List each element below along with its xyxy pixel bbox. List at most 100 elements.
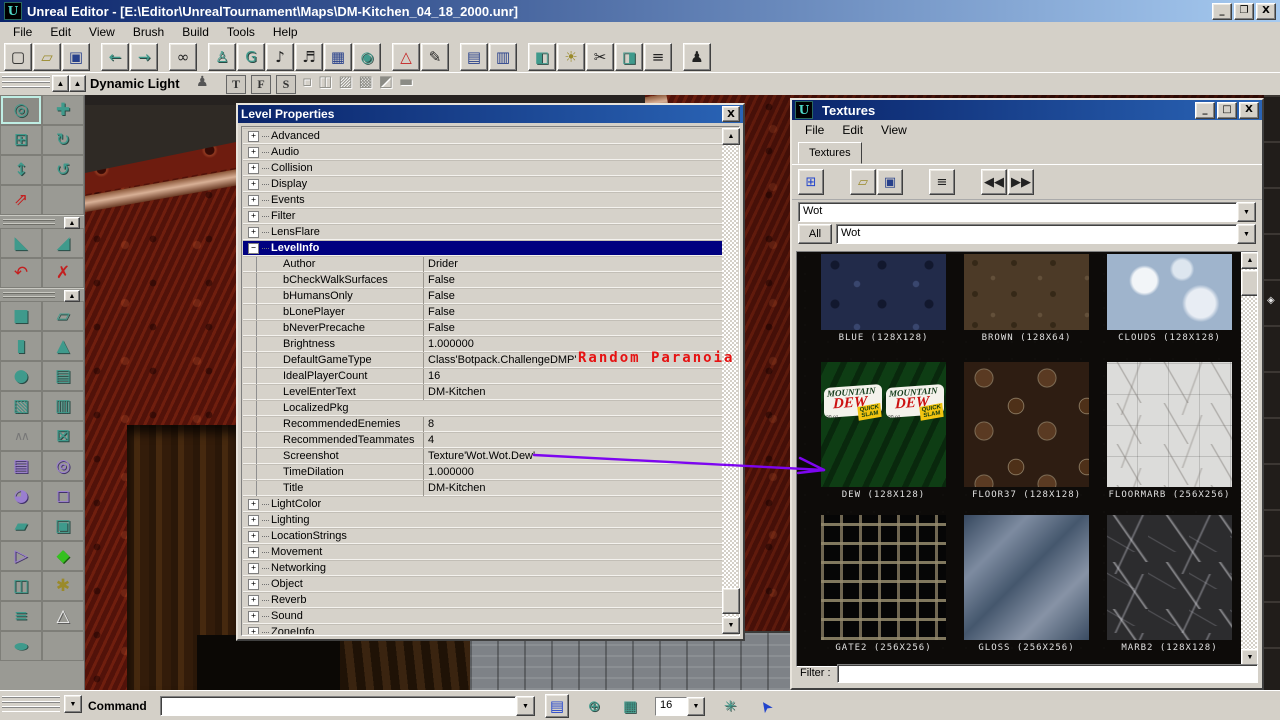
texture-tile[interactable]: MARB2 (128X128) — [1107, 515, 1232, 653]
sidebar-scroll-up-icon[interactable]: ▲ — [52, 75, 69, 92]
curved-stair-brush-icon[interactable]: ▤ — [42, 361, 84, 391]
dodecahedron-brush-icon[interactable]: ◆ — [42, 541, 84, 571]
stair-volume-brush-icon[interactable]: ▤ — [0, 451, 42, 481]
property-value[interactable]: False — [423, 305, 722, 320]
menu-item[interactable]: File — [4, 23, 41, 41]
property-value[interactable]: False — [423, 273, 722, 288]
property-row[interactable]: Screenshot Texture'Wot.Wot.Dew' — [243, 448, 722, 464]
build-geometry-icon[interactable]: ▤ — [460, 43, 488, 71]
undo-icon[interactable]: ← — [101, 43, 129, 71]
new-map-icon[interactable]: ▢ — [4, 43, 32, 71]
property-group-row[interactable]: + Filter — [243, 208, 722, 224]
menu-item[interactable]: Build — [173, 23, 218, 41]
texture-tile[interactable]: MOUNTAIN DEW QUICKSLAM 20 oz. MOUNTAIN D… — [964, 362, 1089, 500]
redo-icon[interactable]: → — [130, 43, 158, 71]
cut-cylinder-brush-icon[interactable]: ◕ — [0, 481, 42, 511]
intersect-sheet-brush-icon[interactable]: ⊠ — [42, 421, 84, 451]
zone-portal-icon[interactable]: ◧ — [528, 43, 556, 71]
scroll-up-icon[interactable]: ▲ — [1241, 252, 1258, 269]
ellipse-brush-icon[interactable]: ● — [0, 631, 42, 661]
property-group-row[interactable]: + Events — [243, 192, 722, 208]
texture-tile[interactable]: BLUE (128X128) — [821, 254, 946, 343]
properties-scrollbar[interactable]: ▲ ▼ — [722, 128, 738, 634]
separator[interactable] — [518, 44, 527, 70]
command-input[interactable]: ▼ — [160, 696, 535, 716]
chevron-down-icon[interactable]: ▼ — [1237, 224, 1256, 244]
select-cursor-icon[interactable]: ➤ — [755, 695, 777, 717]
actor-crosshair-icon[interactable]: ⊕ — [583, 695, 605, 717]
texture-tile[interactable]: MOUNTAIN DEW QUICKSLAM 20 oz. MOUNTAIN D… — [821, 362, 946, 500]
mesh-browser-icon[interactable]: ◉ — [353, 43, 381, 71]
menu-item[interactable]: Edit — [41, 23, 80, 41]
property-row[interactable]: Title DM-Kitchen — [243, 480, 722, 496]
scroll-down-icon[interactable]: ▼ — [722, 617, 740, 634]
property-group-row[interactable]: + ZoneInfo — [243, 624, 722, 634]
vertex-edit-icon[interactable]: ⇗ — [0, 185, 42, 215]
maximize-button[interactable]: □ — [1217, 102, 1237, 119]
decal-icon[interactable]: ◨ — [615, 43, 643, 71]
property-group-row[interactable]: + Display — [243, 176, 722, 192]
close-button[interactable]: X — [1239, 102, 1259, 119]
sidebar-scroll-up2-icon[interactable]: ▲ — [69, 75, 86, 92]
texture-tile[interactable]: MOUNTAIN DEW QUICKSLAM 20 oz. MOUNTAIN D… — [1107, 362, 1232, 500]
expand-plus-icon[interactable]: + — [248, 627, 259, 635]
actor-browser-icon[interactable]: ♙ — [208, 43, 236, 71]
cone-brush-icon[interactable]: ▲ — [42, 331, 84, 361]
separator[interactable] — [382, 44, 391, 70]
expand-plus-icon[interactable]: + — [248, 595, 259, 606]
property-value[interactable]: 1.000000 — [423, 465, 722, 480]
rotate-icon[interactable]: ↻ — [42, 125, 84, 155]
texture-browser-icon[interactable]: ▦ — [324, 43, 352, 71]
property-row[interactable]: RecommendedTeammates 4 — [243, 432, 722, 448]
chevron-down-icon[interactable]: ▼ — [1237, 202, 1256, 222]
expand-plus-icon[interactable]: + — [248, 179, 259, 190]
save-map-icon[interactable]: ▣ — [62, 43, 90, 71]
separator[interactable] — [198, 44, 207, 70]
save-package-icon[interactable]: ▣ — [877, 169, 903, 195]
expand-plus-icon[interactable]: + — [248, 515, 259, 526]
separator[interactable] — [159, 44, 168, 70]
property-row[interactable]: RecommendedEnemies 8 — [243, 416, 722, 432]
bsp-view-icon[interactable]: ▨ — [338, 74, 352, 89]
surface-properties-icon[interactable]: ✎ — [421, 43, 449, 71]
group-dropdown[interactable]: Wot ▼ — [836, 224, 1256, 244]
torus-brush-icon[interactable]: ◎ — [42, 451, 84, 481]
expand-plus-icon[interactable]: + — [248, 163, 259, 174]
property-value[interactable]: False — [423, 321, 722, 336]
terrain-sliders-icon[interactable]: ≡ — [644, 43, 672, 71]
move-actors-icon[interactable]: ✚ — [42, 95, 84, 125]
wireframe-view-icon[interactable]: ▫ — [302, 74, 312, 89]
property-group-row[interactable]: + Lighting — [243, 512, 722, 528]
wheel-icon[interactable]: ✳ — [719, 695, 741, 717]
chevron-down-icon[interactable]: ▼ — [687, 697, 705, 716]
chevron-down-icon[interactable]: ▼ — [516, 696, 535, 716]
separator[interactable] — [825, 170, 849, 194]
property-group-row[interactable]: + Sound — [243, 608, 722, 624]
deco-brush-icon[interactable]: ✱ — [42, 571, 84, 601]
flat-view-icon[interactable]: ▬ — [399, 74, 413, 89]
expand-plus-icon[interactable]: + — [248, 131, 259, 142]
menu-item[interactable]: Edit — [833, 121, 872, 139]
filter-input[interactable] — [837, 664, 1258, 683]
grid-size-value[interactable]: 16 — [655, 697, 687, 716]
property-row[interactable]: Author Drider — [243, 256, 722, 272]
collapse-section-icon[interactable]: ▲ — [64, 217, 80, 229]
expand-plus-icon[interactable]: + — [248, 147, 259, 158]
loft-brush-icon[interactable]: ▷ — [0, 541, 42, 571]
tessellated-brush-icon[interactable]: ▣ — [42, 511, 84, 541]
property-value[interactable]: 4 — [423, 433, 722, 448]
property-row[interactable]: LevelEnterText DM-Kitchen — [243, 384, 722, 400]
clip-flip-icon[interactable]: ↶ — [0, 258, 42, 288]
expand-plus-icon[interactable]: + — [248, 531, 259, 542]
build-options-icon[interactable]: ▥ — [489, 43, 517, 71]
open-cube-brush-icon[interactable]: ◻ — [42, 481, 84, 511]
expand-plus-icon[interactable]: + — [248, 195, 259, 206]
property-row[interactable]: TimeDilation 1.000000 — [243, 464, 722, 480]
menu-item[interactable]: View — [80, 23, 124, 41]
expand-plus-icon[interactable]: + — [248, 611, 259, 622]
property-group-row[interactable]: + Object — [243, 576, 722, 592]
free-rotate-icon[interactable]: ↺ — [42, 155, 84, 185]
stack-brush-icon[interactable]: ≡ — [0, 601, 42, 631]
minimize-button[interactable]: _ — [1212, 3, 1232, 20]
path-tool-icon[interactable]: ✂ — [586, 43, 614, 71]
